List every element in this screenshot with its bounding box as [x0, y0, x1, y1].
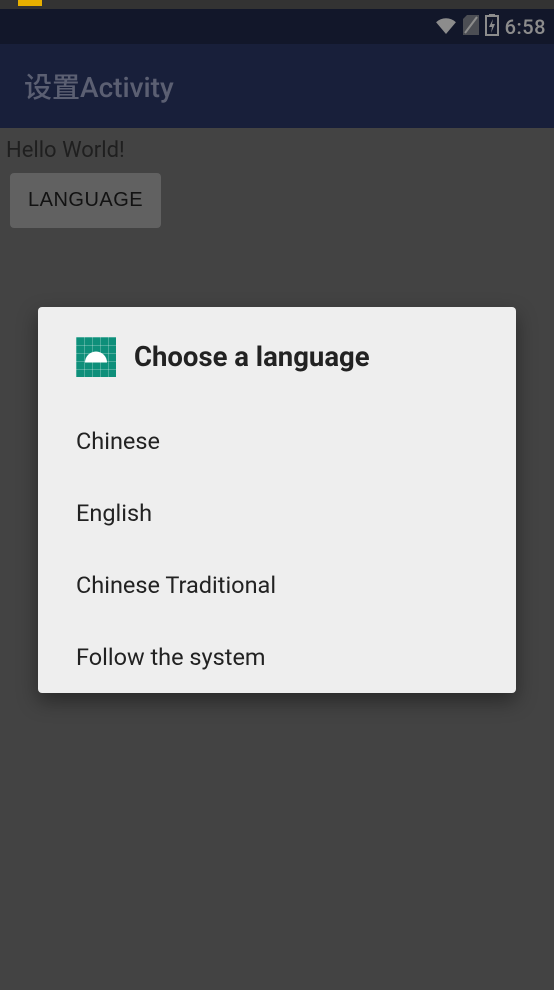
language-option-list: Chinese English Chinese Traditional Foll…: [76, 405, 478, 693]
language-option-chinese-traditional[interactable]: Chinese Traditional: [76, 549, 478, 621]
emulator-top-strip: [0, 0, 554, 9]
language-dialog: Choose a language Chinese English Chines…: [38, 307, 516, 693]
modal-scrim[interactable]: Choose a language Chinese English Chines…: [0, 9, 554, 990]
dialog-header: Choose a language: [76, 337, 478, 377]
android-icon: [76, 337, 116, 377]
language-option-english[interactable]: English: [76, 477, 478, 549]
language-option-chinese[interactable]: Chinese: [76, 405, 478, 477]
language-option-follow-system[interactable]: Follow the system: [76, 621, 478, 693]
dialog-title: Choose a language: [134, 340, 370, 373]
